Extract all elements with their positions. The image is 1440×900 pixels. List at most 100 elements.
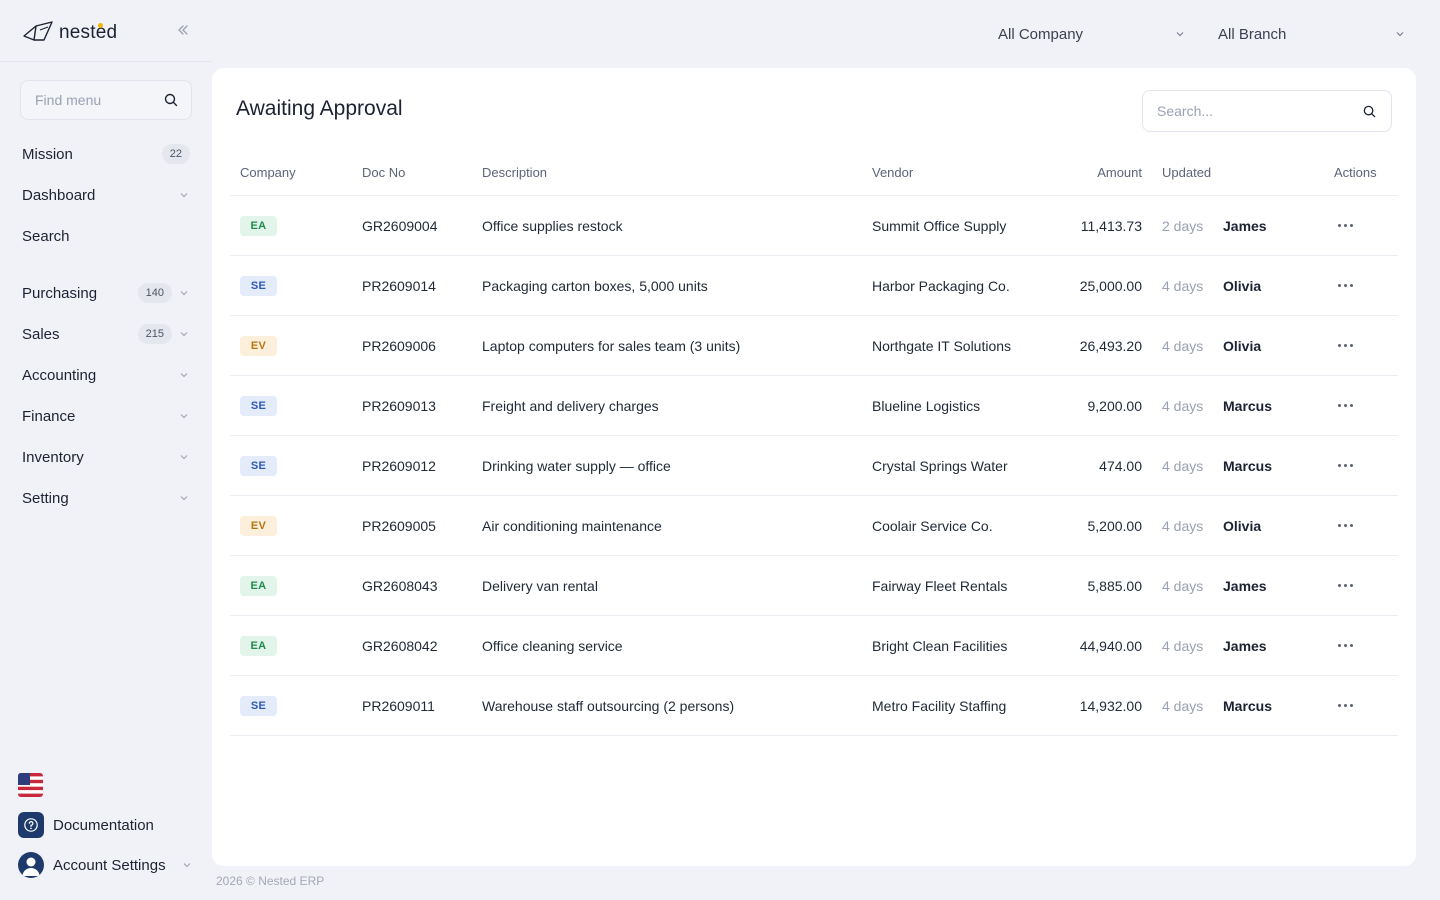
amount-cell: 5,885.00: [1087, 577, 1143, 594]
table-row[interactable]: SE PR2609014 Packaging carton boxes, 5,000…: [230, 256, 1398, 316]
user-cell: James: [1223, 217, 1267, 234]
more-actions-icon[interactable]: [1334, 638, 1357, 653]
vendor-cell: Blueline Logistics: [872, 397, 981, 414]
logo[interactable]: nested: [22, 18, 117, 42]
column-header-vendor[interactable]: Vendor: [872, 150, 913, 195]
vendor-cell: Crystal Springs Water: [872, 457, 1008, 474]
sidebar-item-purchasing[interactable]: Purchasing 140: [22, 281, 190, 305]
table-row[interactable]: EA GR2608043 Delivery van rental Fairway Fl…: [230, 556, 1398, 616]
table-row[interactable]: EA GR2608042 Office cleaning service Bright…: [230, 616, 1398, 676]
actions-cell: [1334, 316, 1357, 375]
sidebar-item-mission[interactable]: Mission 22: [22, 142, 190, 166]
more-actions-icon[interactable]: [1334, 518, 1357, 533]
updated-cell: 4 days: [1162, 577, 1204, 594]
branch-select[interactable]: All Branch: [1218, 22, 1408, 46]
column-header-doc-no[interactable]: Doc No: [362, 150, 405, 195]
amount-cell: 9,200.00: [1087, 397, 1143, 414]
documentation-link[interactable]: Documentation: [18, 812, 154, 838]
vendor-cell: Metro Facility Staffing: [872, 697, 1007, 714]
find-menu-field[interactable]: [20, 80, 192, 120]
doc-no-cell[interactable]: PR2609005: [362, 496, 436, 555]
search-icon[interactable]: [1362, 104, 1377, 119]
amount-cell: 14,932.00: [1079, 697, 1142, 714]
more-actions-icon[interactable]: [1334, 278, 1357, 293]
doc-no-cell[interactable]: PR2609013: [362, 376, 436, 435]
account-settings-link[interactable]: Account Settings: [18, 852, 166, 878]
sidebar-item-accounting[interactable]: Accounting: [22, 363, 190, 387]
description-cell: Air conditioning maintenance: [482, 517, 662, 534]
actions-cell: [1334, 556, 1357, 615]
chevron-down-icon: [180, 455, 188, 460]
vendor-cell: Coolair Service Co.: [872, 517, 993, 534]
table-row[interactable]: SE PR2609012 Drinking water supply — offic…: [230, 436, 1398, 496]
company-cell: EA: [240, 616, 277, 675]
table-row[interactable]: EA GR2609004 Office supplies restock Summit…: [230, 196, 1398, 256]
actions-cell: [1334, 256, 1357, 315]
actions-cell: [1334, 676, 1357, 735]
company-tag: SE: [240, 455, 277, 476]
column-header-amount[interactable]: Amount: [1097, 150, 1142, 195]
company-cell: EV: [240, 496, 277, 555]
column-header-description[interactable]: Description: [482, 150, 547, 195]
find-menu-input[interactable]: [35, 92, 155, 108]
description-cell: Packaging carton boxes, 5,000 units: [482, 277, 708, 294]
sidebar-item-label: Mission: [22, 145, 73, 163]
sidebar-item-sales[interactable]: Sales 215: [22, 322, 190, 346]
search-input[interactable]: [1157, 103, 1347, 119]
sidebar-item-label: Accounting: [22, 366, 97, 384]
company-cell: EA: [240, 196, 277, 255]
amount-cell: 474.00: [1099, 457, 1142, 474]
user-cell: James: [1223, 577, 1267, 594]
actions-cell: [1334, 196, 1357, 255]
more-actions-icon[interactable]: [1334, 218, 1357, 233]
count-badge: 22: [161, 144, 190, 164]
sidebar-item-search[interactable]: Search: [22, 224, 190, 248]
doc-no-cell[interactable]: PR2609012: [362, 436, 436, 495]
doc-no-cell[interactable]: PR2609014: [362, 256, 436, 315]
doc-no-cell[interactable]: PR2609011: [362, 676, 435, 735]
sidebar-item-inventory[interactable]: Inventory: [22, 445, 190, 469]
column-header-actions: Actions: [1334, 165, 1377, 180]
actions-cell: [1334, 496, 1357, 555]
doc-no-cell[interactable]: PR2609006: [362, 316, 436, 375]
doc-no-cell[interactable]: GR2608042: [362, 616, 438, 675]
search-icon[interactable]: [163, 92, 179, 108]
column-header-company[interactable]: Company: [240, 150, 296, 195]
more-actions-icon[interactable]: [1334, 398, 1357, 413]
company-cell: SE: [240, 676, 277, 735]
sidebar-item-dashboard[interactable]: Dashboard: [22, 183, 190, 207]
more-actions-icon[interactable]: [1334, 698, 1357, 713]
column-header-updated[interactable]: Updated: [1162, 150, 1211, 195]
table-body: EA GR2609004 Office supplies restock Summit…: [230, 196, 1398, 736]
vendor-cell: Bright Clean Facilities: [872, 637, 1008, 654]
sidebar-divider: [0, 61, 212, 62]
us-flag-icon[interactable]: [18, 773, 43, 797]
updated-cell: 4 days: [1162, 457, 1204, 474]
chevron-down-icon: [1396, 32, 1404, 37]
table-row[interactable]: EV PR2609006 Laptop computers for sales te…: [230, 316, 1398, 376]
sidebar-item-finance[interactable]: Finance: [22, 404, 190, 428]
more-actions-icon[interactable]: [1334, 458, 1357, 473]
user-cell: Olivia: [1223, 277, 1262, 294]
doc-no-cell[interactable]: GR2609004: [362, 196, 438, 255]
logo-icon: [23, 21, 53, 41]
table-row[interactable]: SE PR2609013 Freight and delivery charges B…: [230, 376, 1398, 436]
sidebar-item-label: Finance: [22, 407, 76, 425]
company-select[interactable]: All Company: [998, 22, 1188, 46]
count-badge: 215: [137, 324, 172, 344]
updated-cell: 4 days: [1162, 697, 1204, 714]
chevron-down-icon[interactable]: [181, 859, 193, 871]
sidebar-item-setting[interactable]: Setting: [22, 486, 190, 510]
table-row[interactable]: SE PR2609011 Warehouse staff outsourcing (…: [230, 676, 1398, 736]
company-tag: EA: [240, 635, 277, 656]
account-settings-label: Account Settings: [53, 856, 166, 874]
amount-cell: 44,940.00: [1079, 637, 1142, 654]
table-row[interactable]: EV PR2609005 Air conditioning maintenance C…: [230, 496, 1398, 556]
search-field[interactable]: [1142, 90, 1392, 132]
chevron-down-icon: [180, 291, 188, 296]
more-actions-icon[interactable]: [1334, 578, 1357, 593]
collapse-sidebar-icon[interactable]: [175, 22, 191, 38]
more-actions-icon[interactable]: [1334, 338, 1357, 353]
doc-no-cell[interactable]: GR2608043: [362, 556, 438, 615]
awaiting-approval-card: Awaiting Approval Company Doc No Descrip…: [212, 68, 1416, 866]
